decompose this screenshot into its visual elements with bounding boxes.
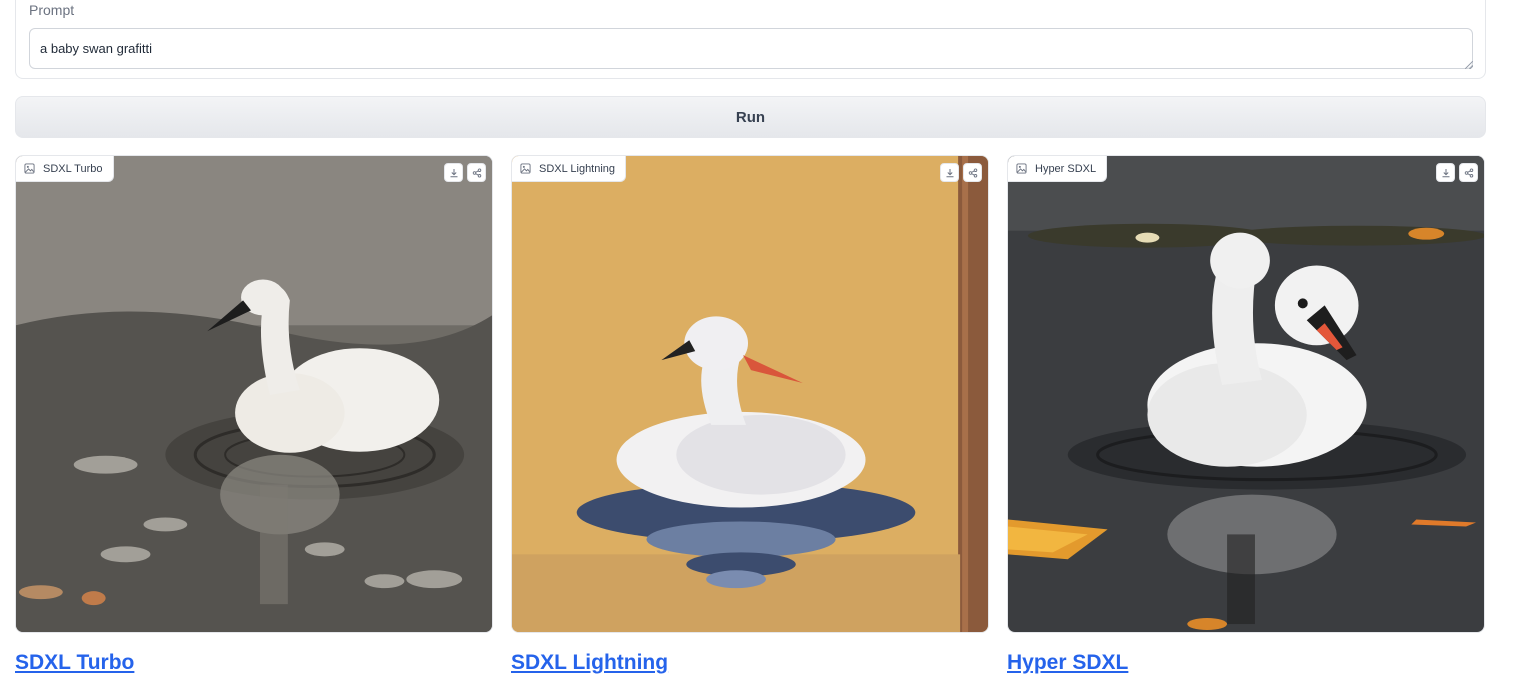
resize-grip-icon[interactable] <box>1465 61 1473 69</box>
output-label-badge: Hyper SDXL <box>1008 156 1108 182</box>
share-button[interactable] <box>1459 163 1478 182</box>
model-link-sdxl-lightning[interactable]: SDXL Lightning <box>511 651 668 675</box>
download-button[interactable] <box>940 163 959 182</box>
model-link-sdxl-turbo[interactable]: SDXL Turbo <box>15 651 134 675</box>
output-label-badge: SDXL Lightning <box>512 156 627 182</box>
image-icon <box>1016 163 1027 174</box>
output-label-badge: SDXL Turbo <box>16 156 114 182</box>
output-image-hyper-sdxl[interactable]: Hyper SDXL <box>1007 155 1485 633</box>
image-actions <box>1436 163 1478 182</box>
swan-image <box>1008 156 1484 632</box>
image-actions <box>444 163 486 182</box>
share-icon <box>472 167 481 178</box>
output-label: SDXL Turbo <box>43 162 103 175</box>
output-label: SDXL Lightning <box>539 162 616 175</box>
output-image-sdxl-lightning[interactable]: SDXL Lightning <box>511 155 989 633</box>
swan-image <box>16 156 492 632</box>
output-image-sdxl-turbo[interactable]: SDXL Turbo <box>15 155 493 633</box>
image-icon <box>24 163 35 174</box>
download-icon <box>946 168 953 177</box>
run-button[interactable]: Run <box>15 96 1486 138</box>
output-label: Hyper SDXL <box>1035 162 1097 175</box>
download-button[interactable] <box>444 163 463 182</box>
prompt-input[interactable] <box>29 28 1473 69</box>
download-button[interactable] <box>1436 163 1455 182</box>
share-button[interactable] <box>963 163 982 182</box>
model-link-hyper-sdxl[interactable]: Hyper SDXL <box>1007 651 1128 675</box>
share-button[interactable] <box>467 163 486 182</box>
image-actions <box>940 163 982 182</box>
prompt-label: Prompt <box>29 2 75 18</box>
share-icon <box>968 167 977 178</box>
image-icon <box>520 163 531 174</box>
download-icon <box>1442 168 1449 177</box>
swan-image <box>512 156 988 632</box>
share-icon <box>1464 167 1473 178</box>
download-icon <box>450 168 457 177</box>
prompt-block: Prompt <box>15 0 1486 79</box>
